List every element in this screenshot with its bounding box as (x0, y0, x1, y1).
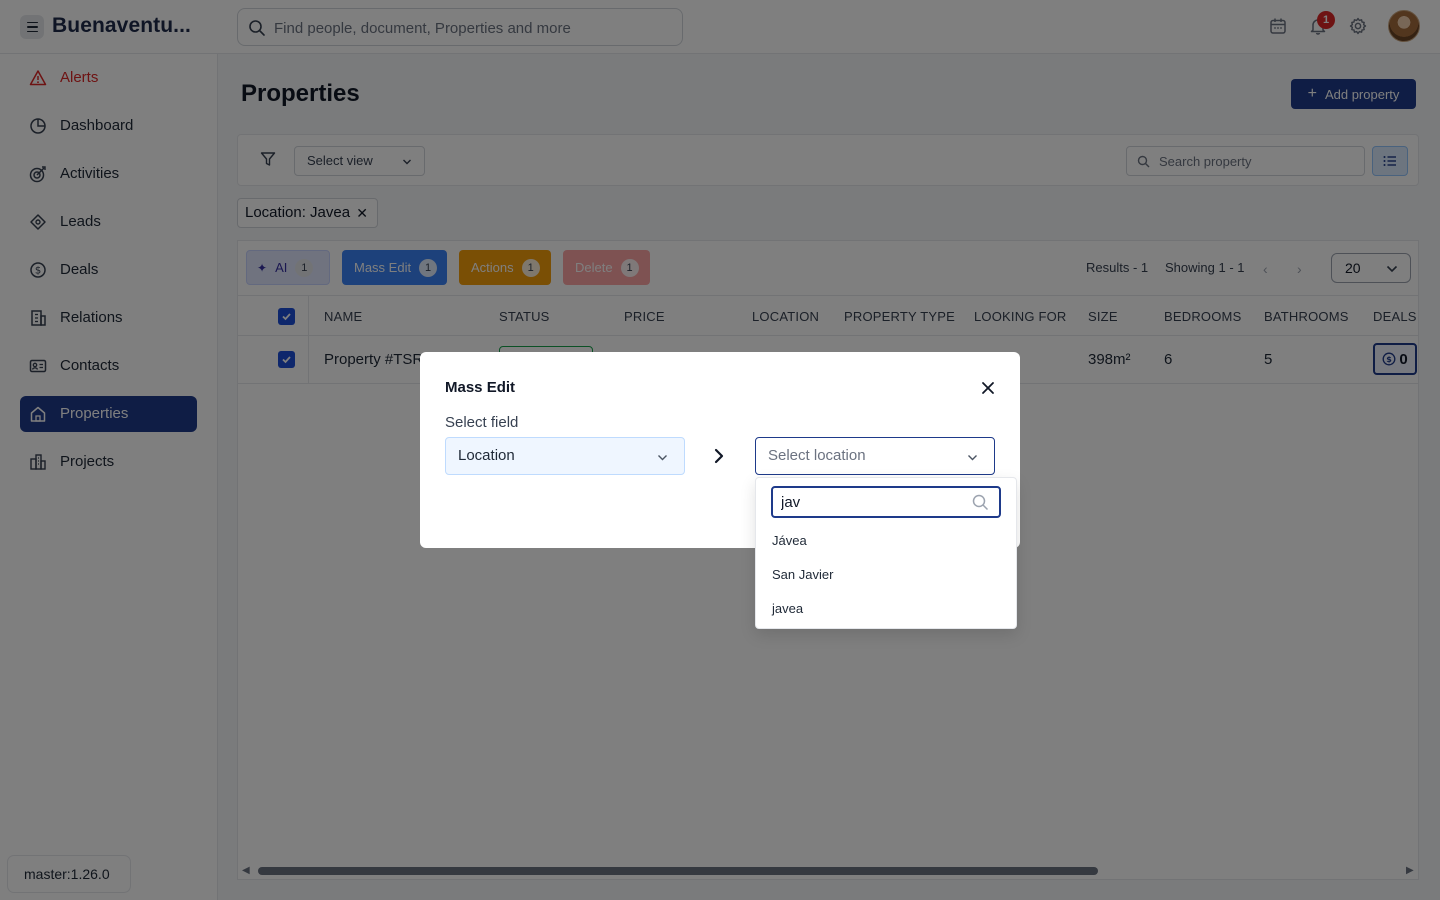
location-option[interactable]: javea (772, 601, 803, 616)
chevron-down-icon (968, 455, 977, 461)
close-icon[interactable] (978, 378, 998, 398)
location-option[interactable]: Jávea (772, 533, 807, 548)
location-select[interactable]: Select location (755, 437, 995, 475)
chevron-right-icon (714, 448, 724, 464)
location-search[interactable] (771, 486, 1001, 518)
location-select-placeholder: Select location (768, 447, 866, 464)
location-dropdown: Jávea San Javier javea (755, 477, 1017, 629)
select-field-label: Select field (445, 414, 519, 431)
search-icon (972, 494, 989, 511)
field-select[interactable]: Location (445, 437, 685, 475)
chevron-down-icon (658, 455, 667, 461)
modal-title: Mass Edit (445, 379, 516, 396)
location-search-input[interactable] (781, 493, 961, 511)
location-option[interactable]: San Javier (772, 567, 833, 582)
field-select-value: Location (458, 447, 515, 464)
